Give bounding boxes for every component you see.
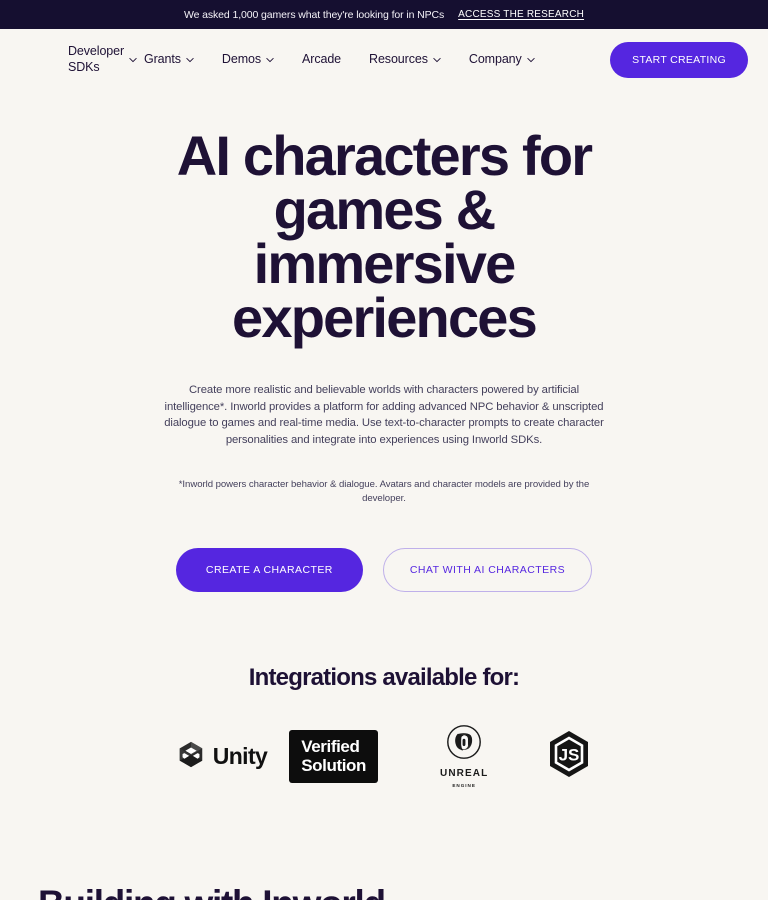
main-navigation: Developer SDKs Grants Demos Arcade Resou… <box>0 29 768 91</box>
chevron-down-icon <box>433 56 441 64</box>
unity-logo: Unity <box>176 739 290 774</box>
nav-item-resources[interactable]: Resources <box>355 52 455 68</box>
nodejs-hexagon-icon: JS <box>546 729 592 784</box>
nav-item-grants[interactable]: Grants <box>130 52 208 68</box>
access-the-research-link[interactable]: ACCESS THE RESEARCH <box>458 9 584 20</box>
integrations-section: Integrations available for: Unity Verifi… <box>0 664 768 788</box>
nav-item-developer-sdks[interactable]: Developer SDKs <box>68 44 137 75</box>
nav-item-label: Grants <box>144 52 181 67</box>
svg-text:JS: JS <box>559 745 580 764</box>
chevron-down-icon <box>186 56 194 64</box>
chat-with-ai-characters-button[interactable]: CHAT WITH AI CHARACTERS <box>382 548 593 593</box>
hero-cta-row: CREATE A CHARACTER CHAT WITH AI CHARACTE… <box>0 548 768 593</box>
hero-section: AI characters for games & immersive expe… <box>0 91 768 593</box>
create-a-character-button[interactable]: CREATE A CHARACTER <box>175 548 363 593</box>
unreal-engine-sublabel: ENGINE <box>452 783 476 789</box>
unreal-engine-logo: UNREAL ENGINE <box>440 724 488 788</box>
nav-item-label: Demos <box>221 52 262 67</box>
verified-line-2: Solution <box>301 755 367 775</box>
integration-logos-row: Unity Verified Solution UNREAL ENGINE JS <box>0 724 768 788</box>
unity-cube-icon <box>176 739 206 774</box>
building-heading: Building with Inworld <box>38 884 768 900</box>
nav-item-label: Arcade <box>302 52 342 67</box>
nav-items-group: Developer SDKs Grants Demos Arcade Resou… <box>68 44 610 75</box>
nav-item-arcade[interactable]: Arcade <box>288 52 355 68</box>
hero-footnote: *Inworld powers character behavior & dia… <box>178 479 590 505</box>
verified-solution-badge: Verified Solution <box>289 729 379 783</box>
nav-item-label: Company <box>468 52 522 67</box>
integrations-heading: Integrations available for: <box>248 664 520 692</box>
nodejs-logo: JS <box>546 729 592 784</box>
unreal-u-icon <box>446 724 482 765</box>
nav-item-demos[interactable]: Demos <box>208 52 288 68</box>
nav-item-label: Resources <box>369 52 428 67</box>
unity-wordmark: Unity <box>212 742 268 769</box>
start-creating-button[interactable]: START CREATING <box>610 42 748 78</box>
announcement-banner: We asked 1,000 gamers what they're looki… <box>0 0 768 29</box>
nav-item-label: Developer SDKs <box>68 44 125 74</box>
chevron-down-icon <box>527 56 535 64</box>
nav-item-company[interactable]: Company <box>455 52 549 68</box>
verified-line-1: Verified <box>301 736 360 756</box>
building-with-inworld-section: Building with Inworld <box>0 884 768 900</box>
chevron-down-icon <box>266 56 274 64</box>
hero-description: Create more realistic and believable wor… <box>164 384 604 446</box>
announcement-text: We asked 1,000 gamers what they're looki… <box>183 8 445 21</box>
page-title: AI characters for games & immersive expe… <box>176 124 593 349</box>
unreal-wordmark: UNREAL <box>440 768 489 780</box>
